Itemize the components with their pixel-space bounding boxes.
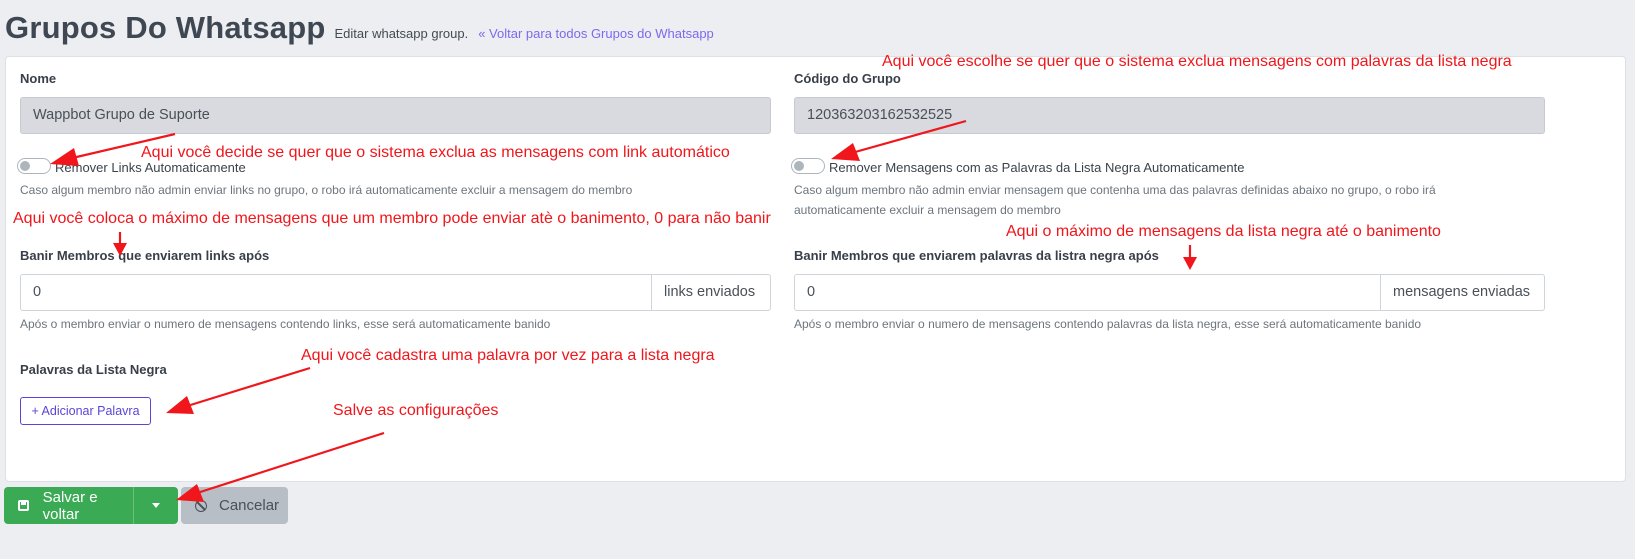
- arrowhead: [50, 148, 79, 166]
- arrowhead: [176, 484, 204, 502]
- arrow-to-save-button: [193, 431, 385, 496]
- arrow-to-links-toggle: [67, 132, 176, 161]
- arrowhead: [166, 396, 194, 414]
- annotation-arrows: [50, 119, 1197, 502]
- arrowhead: [113, 243, 127, 256]
- arrow-to-add-word-button: [183, 366, 311, 409]
- arrowhead: [831, 143, 860, 161]
- arrowhead: [1183, 257, 1197, 270]
- arrow-to-blacklist-toggle: [847, 119, 967, 156]
